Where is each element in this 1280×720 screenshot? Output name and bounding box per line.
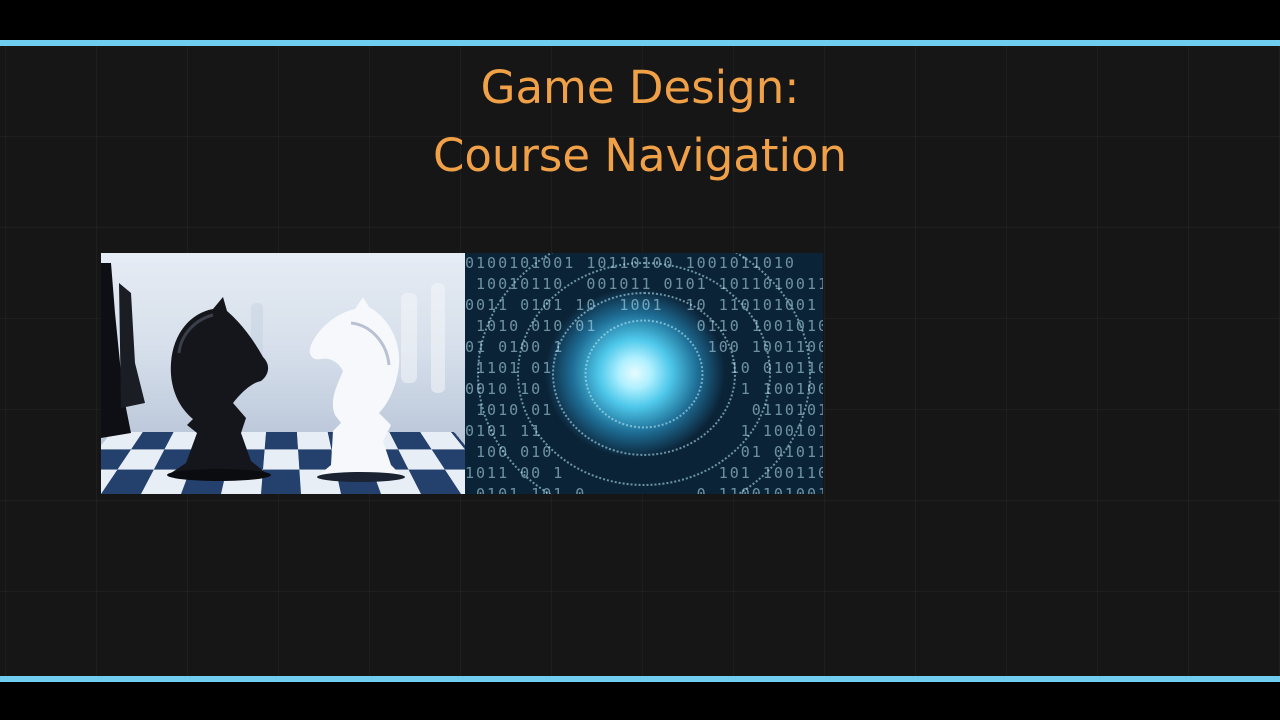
knight-pieces-illustration [101, 263, 445, 482]
slide: Game Design: Course Navigation 010010100… [0, 40, 1280, 682]
slide-title-line-2: Course Navigation [432, 129, 848, 182]
dark-pawns [101, 263, 145, 438]
slide-title-line-1: Game Design: [480, 61, 800, 114]
chess-knights-image [101, 253, 465, 494]
white-knight [309, 297, 405, 482]
image-strip: 0100101001 10110100 1001011010 10010110 … [101, 253, 823, 494]
tunnel-ring-1 [584, 319, 704, 428]
presentation-frame: Game Design: Course Navigation 010010100… [0, 0, 1280, 720]
slide-title: Game Design: Course Navigation [0, 54, 1280, 190]
binary-tunnel-image: 0100101001 10110100 1001011010 10010110 … [465, 253, 823, 494]
top-accent-rule [0, 40, 1280, 46]
bottom-accent-rule [0, 676, 1280, 682]
